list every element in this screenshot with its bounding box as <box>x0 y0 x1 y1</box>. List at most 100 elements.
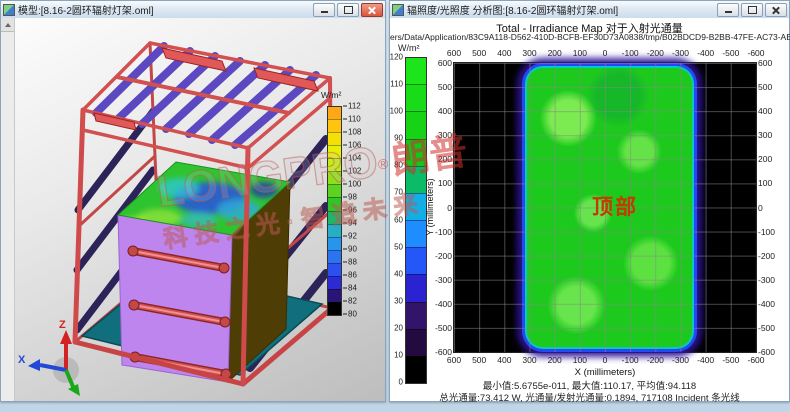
tick-label: 110 <box>343 115 361 124</box>
tick-label: 400 <box>497 355 511 365</box>
x-axis-arrow <box>28 359 40 371</box>
tick-label: 120 <box>390 53 403 62</box>
x-axis-label: X <box>18 354 26 366</box>
scale-color-bar <box>327 106 342 316</box>
maximize-button[interactable] <box>741 3 763 17</box>
tick-label: -100 <box>622 355 639 365</box>
tick-label: 80 <box>343 310 357 319</box>
tick-label: -300 <box>758 275 775 285</box>
irradiance-map-window: 辐照度/光照度 分析图:[8.16-2圆环辐射灯架.oml] Total - I… <box>389 0 790 402</box>
left-scrollbar[interactable] <box>1 18 15 401</box>
tick-label: -500 <box>722 355 739 365</box>
scale-tick-labels: 1121101081061041021009896949290888684828… <box>343 106 369 314</box>
tick-label: -500 <box>722 48 739 58</box>
chart-source-path: ers/Data/Application/83C9A118-D562-410D-… <box>390 32 789 42</box>
tick-label: -200 <box>758 251 775 261</box>
model-window-icon <box>3 4 15 16</box>
tick-label: 106 <box>343 141 361 150</box>
tick-label: -100 <box>758 227 775 237</box>
tick-label: 110 <box>390 80 403 89</box>
tick-label: -400 <box>435 299 452 309</box>
tick-label: -300 <box>435 275 452 285</box>
tick-label: 94 <box>343 219 357 228</box>
minimize-icon <box>321 11 328 13</box>
color-segment <box>406 220 426 247</box>
tick-label: 100 <box>438 178 452 188</box>
close-button[interactable] <box>361 3 383 17</box>
tick-label: 102 <box>343 167 361 176</box>
tick-label: 600 <box>447 48 461 58</box>
heatmap-plot[interactable]: 顶部 <box>454 63 756 352</box>
tick-label: 300 <box>758 130 772 140</box>
irradiance-window-title: 辐照度/光照度 分析图:[8.16-2圆环辐射灯架.oml] <box>407 2 714 17</box>
color-segment <box>406 193 426 220</box>
tick-label: 10 <box>394 350 403 359</box>
tick-label: 500 <box>472 355 486 365</box>
analysis-window-icon <box>392 4 404 16</box>
color-segment <box>406 329 426 356</box>
tick-label: 100 <box>343 180 361 189</box>
color-segment <box>406 274 426 301</box>
tick-label: 600 <box>438 58 452 68</box>
tick-label: 400 <box>438 106 452 116</box>
tick-label: 90 <box>394 134 403 143</box>
device-box[interactable] <box>118 162 290 382</box>
tick-label: 0 <box>603 48 608 58</box>
tick-label: 112 <box>343 102 361 111</box>
x-axis-ticks-top: 6005004003002001000-100-200-300-400-500-… <box>454 48 756 58</box>
minimize-button[interactable] <box>313 3 335 17</box>
tick-label: -300 <box>672 355 689 365</box>
region-annotation: 顶部 <box>592 191 638 221</box>
model-window-title: 模型:[8.16-2圆环辐射灯架.oml] <box>18 2 310 17</box>
minimize-button[interactable] <box>717 3 739 17</box>
x-axis-title: X (millimeters) <box>454 367 756 378</box>
tick-label: 500 <box>758 82 772 92</box>
tick-label: 0 <box>758 203 763 213</box>
x-axis-ticks-bottom: 6005004003002001000-100-200-300-400-500-… <box>454 355 756 365</box>
color-segment <box>328 132 341 145</box>
tick-label: 100 <box>758 178 772 188</box>
color-segment <box>328 211 341 224</box>
color-segment <box>328 145 341 158</box>
tick-label: 200 <box>548 355 562 365</box>
color-segment <box>328 276 341 289</box>
irradiance-window-titlebar[interactable]: 辐照度/光照度 分析图:[8.16-2圆环辐射灯架.oml] <box>390 1 789 19</box>
colorbar-unit-label: W/m² <box>398 43 420 53</box>
model-window-titlebar[interactable]: 模型:[8.16-2圆环辐射灯架.oml] <box>1 1 385 19</box>
color-segment <box>406 58 426 84</box>
axis-triad: Z X <box>18 319 80 396</box>
tick-label: 100 <box>573 355 587 365</box>
z-axis-label: Z <box>59 319 66 331</box>
tick-label: -600 <box>435 347 452 357</box>
tick-label: 200 <box>548 48 562 58</box>
tick-label: 92 <box>343 232 357 241</box>
tick-label: 500 <box>472 48 486 58</box>
tick-label: -400 <box>697 48 714 58</box>
stats-line-2: 总光通量:73.412 W, 光通量/发射光通量:0.1894, 717108 … <box>390 390 789 404</box>
minimize-icon <box>725 11 732 13</box>
color-segment <box>406 166 426 193</box>
tick-label: -400 <box>758 299 775 309</box>
irradiance-chart-area: Total - Irradiance Map 对于入射光通量 ers/Data/… <box>390 18 789 401</box>
scroll-up-button[interactable] <box>1 18 14 32</box>
tick-label: -200 <box>647 48 664 58</box>
y-axis-ticks-left: 6005004003002001000-100-200-300-400-500-… <box>428 63 452 352</box>
scroll-up-icon <box>5 23 11 27</box>
tick-label: 500 <box>438 82 452 92</box>
restore-icon <box>344 6 353 14</box>
tick-label: 600 <box>758 58 772 68</box>
restore-button[interactable] <box>337 3 359 17</box>
tick-label: -600 <box>758 347 775 357</box>
tick-label: 40 <box>394 269 403 278</box>
tick-label: 82 <box>343 297 357 306</box>
color-segment <box>406 247 426 274</box>
tick-label: -200 <box>647 355 664 365</box>
model-window: 模型:[8.16-2圆环辐射灯架.oml] <box>0 0 386 402</box>
tick-label: 100 <box>573 48 587 58</box>
tick-label: -100 <box>622 48 639 58</box>
scale-unit-label: W/m² <box>321 90 341 100</box>
close-button[interactable] <box>765 3 787 17</box>
tick-label: 90 <box>343 245 357 254</box>
color-segment <box>328 171 341 184</box>
tick-label: 88 <box>343 258 357 267</box>
